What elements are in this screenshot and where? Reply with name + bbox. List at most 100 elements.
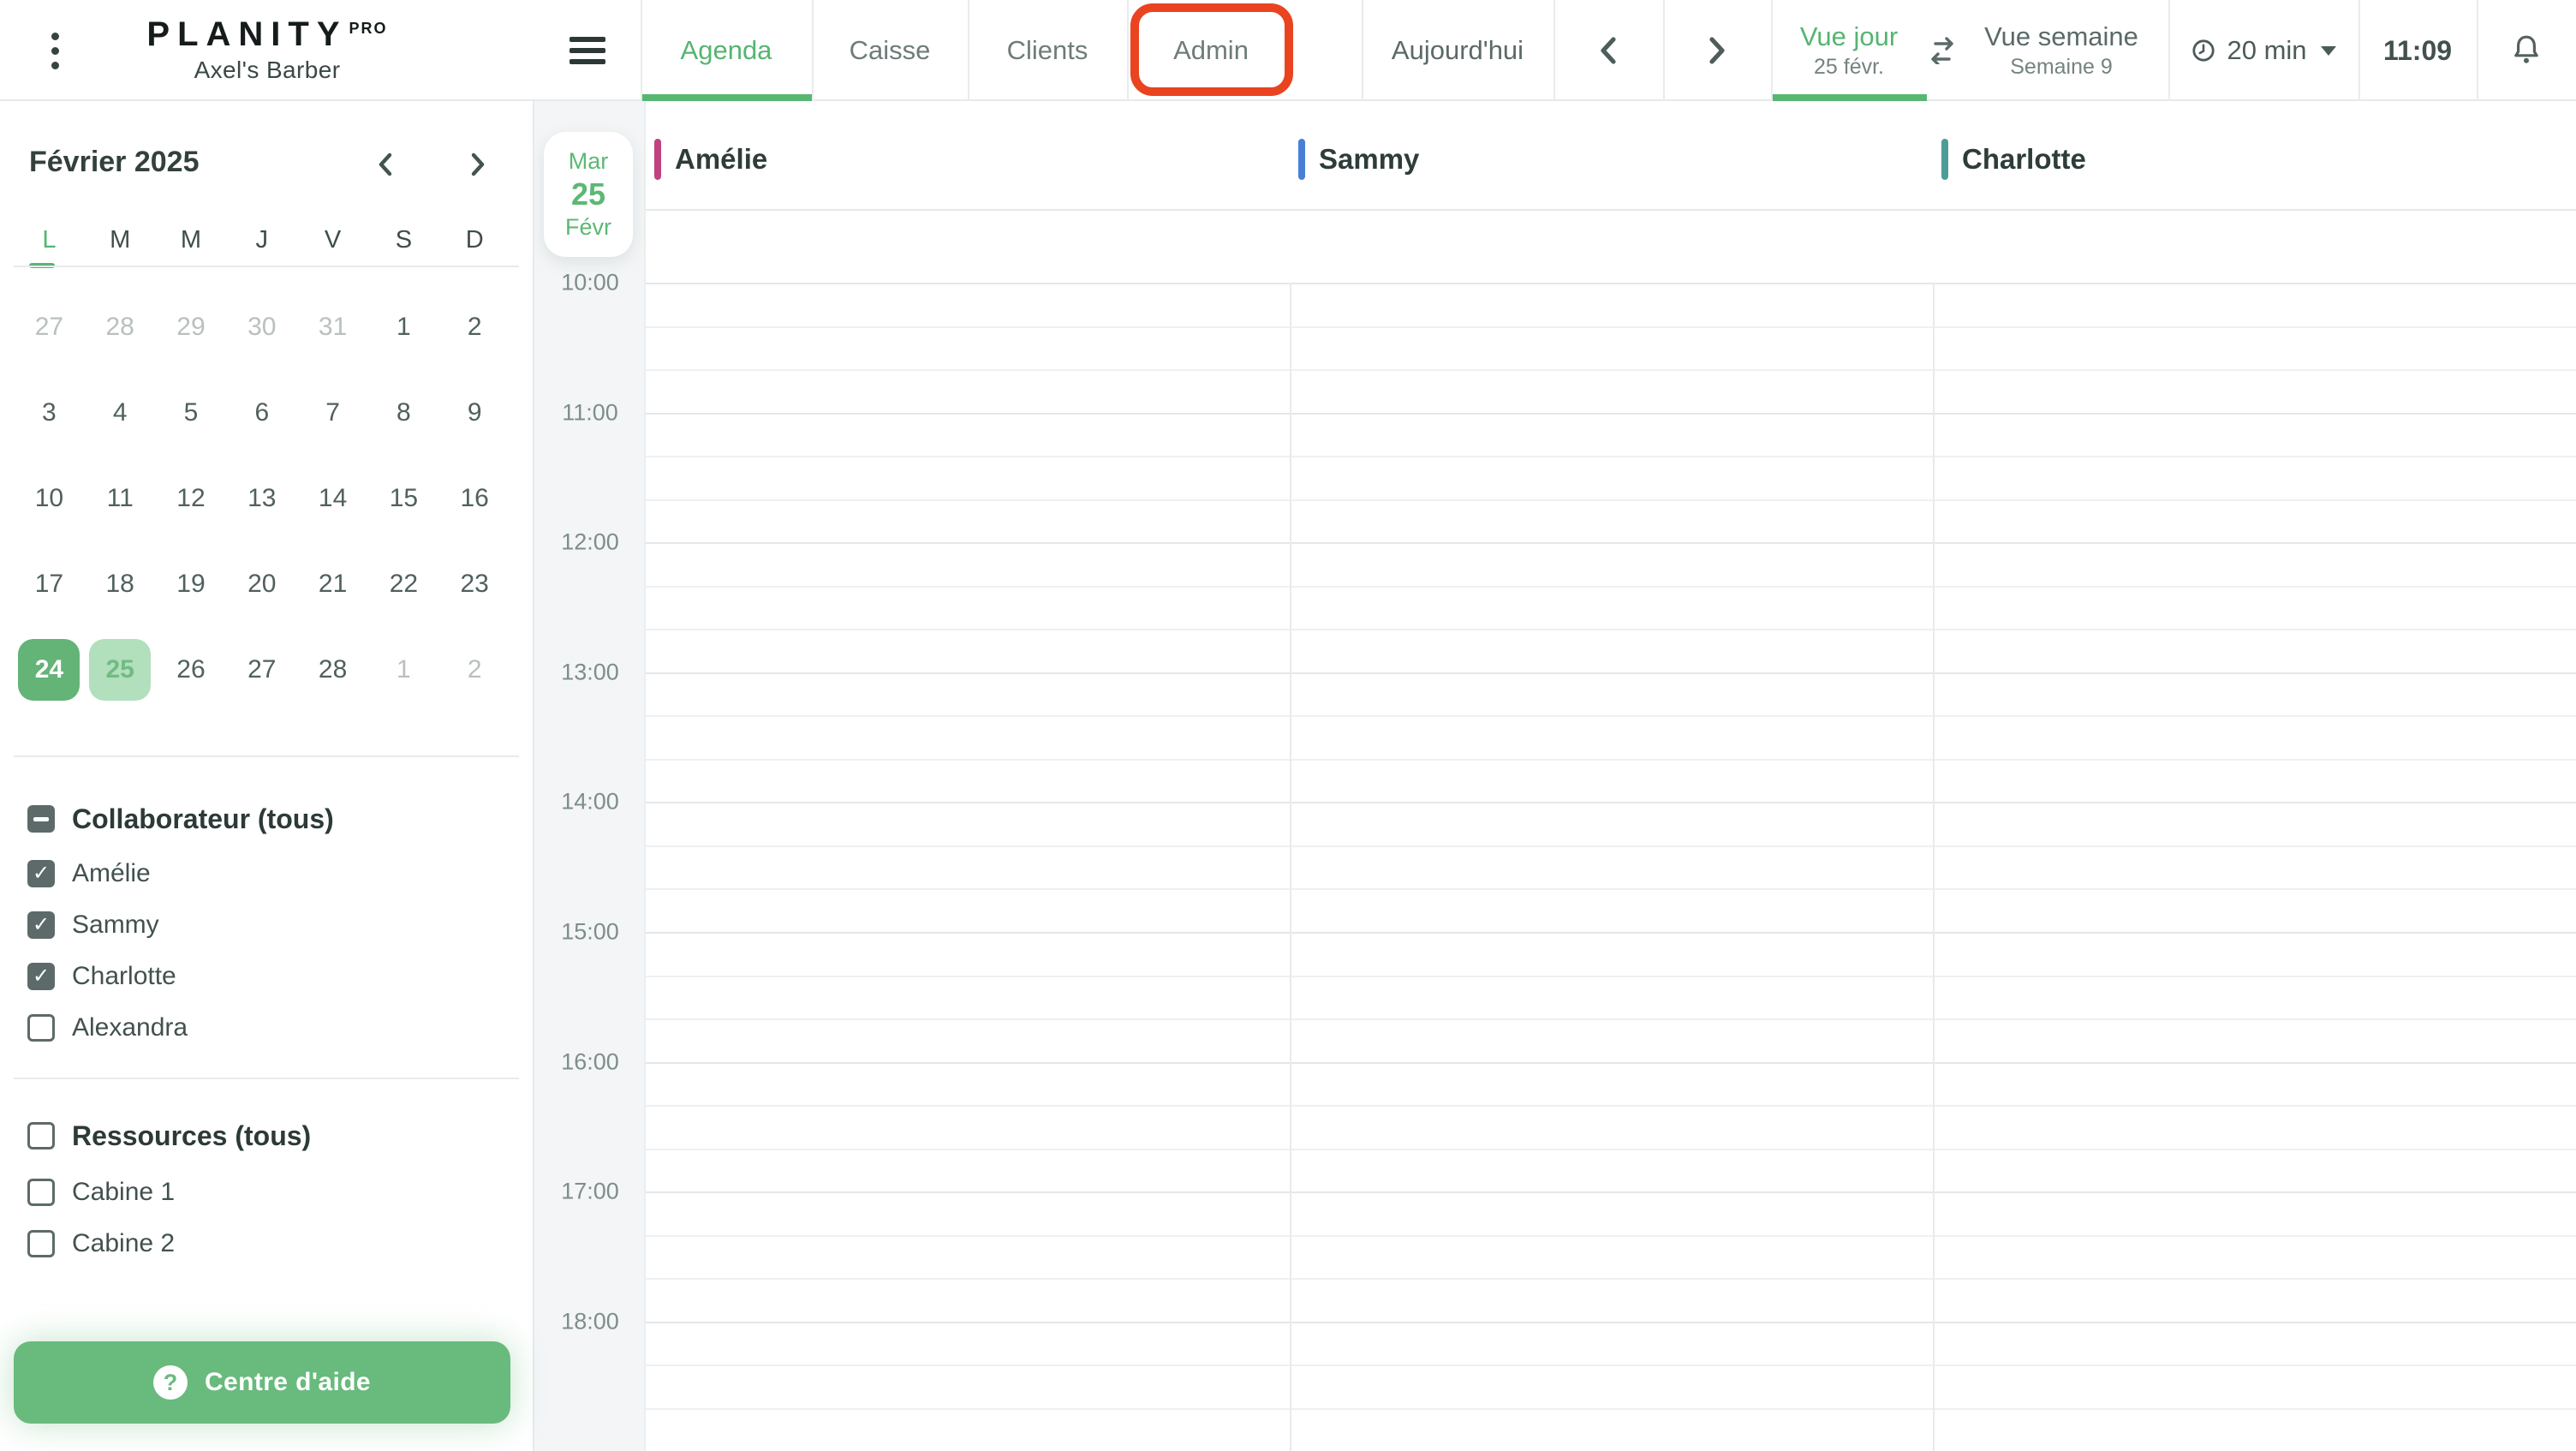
- gridline-minor: [646, 1018, 2576, 1020]
- mini-day-13[interactable]: 13: [226, 456, 297, 541]
- gridline-band: [646, 209, 2576, 211]
- hamburger-menu-icon[interactable]: [534, 0, 641, 101]
- previous-day-button[interactable]: [1553, 0, 1663, 101]
- mini-day-7[interactable]: 7: [297, 370, 368, 456]
- mini-day-18[interactable]: 18: [85, 541, 156, 627]
- mini-day-10[interactable]: 10: [14, 456, 85, 541]
- resource-Cabine 2[interactable]: Cabine 2: [27, 1218, 175, 1269]
- mini-day-14[interactable]: 14: [297, 456, 368, 541]
- question-mark-icon: ?: [153, 1365, 188, 1400]
- mini-day-17[interactable]: 17: [14, 541, 85, 627]
- weekday-S: S: [368, 223, 439, 257]
- mini-day-label: 1: [373, 296, 434, 358]
- checkbox[interactable]: ✓: [27, 963, 55, 990]
- mini-day-label: 1: [373, 639, 434, 701]
- mini-day-9[interactable]: 9: [439, 370, 510, 456]
- collaborators-section-header[interactable]: Collaborateur (tous): [27, 800, 334, 838]
- mini-day-25[interactable]: 25: [85, 627, 156, 713]
- tab-caisse[interactable]: Caisse: [812, 0, 968, 101]
- mini-day-8[interactable]: 8: [368, 370, 439, 456]
- mini-day-20[interactable]: 20: [226, 541, 297, 627]
- resources-section-header[interactable]: Ressources (tous): [27, 1117, 311, 1155]
- gridline-minor: [646, 499, 2576, 501]
- mini-day-29[interactable]: 29: [156, 284, 227, 370]
- mini-day-26[interactable]: 26: [156, 627, 227, 713]
- checkbox[interactable]: [27, 1179, 55, 1206]
- mini-day-15[interactable]: 15: [368, 456, 439, 541]
- agenda-grid[interactable]: [646, 209, 2576, 1451]
- interval-dropdown[interactable]: 20 min: [2168, 0, 2358, 101]
- gridline-hour: [646, 283, 2576, 284]
- mini-day-22[interactable]: 22: [368, 541, 439, 627]
- mini-day-label: 3: [18, 382, 80, 444]
- collaborator-Charlotte[interactable]: ✓Charlotte: [27, 951, 188, 1002]
- collaborator-Amélie[interactable]: ✓ Amélie: [27, 848, 188, 899]
- mini-day-28[interactable]: 28: [297, 627, 368, 713]
- gridline-hour: [646, 1322, 2576, 1323]
- label: Amélie: [72, 859, 151, 888]
- checkbox[interactable]: [27, 1230, 55, 1257]
- view-day-toggle[interactable]: Vue jour 25 févr.: [1771, 0, 1927, 101]
- gridline-minor: [646, 715, 2576, 717]
- help-center-button[interactable]: ? Centre d'aide: [14, 1341, 510, 1424]
- view-week-toggle[interactable]: Vue semaine Semaine 9: [1958, 0, 2165, 101]
- divider: [2477, 0, 2478, 101]
- planity-logo: PLANITYPRO: [146, 17, 387, 51]
- mini-day-31[interactable]: 31: [297, 284, 368, 370]
- mini-day-1[interactable]: 1: [368, 284, 439, 370]
- time-label-18:00: 18:00: [534, 1308, 646, 1335]
- mini-day-28[interactable]: 28: [85, 284, 156, 370]
- mini-day-19[interactable]: 19: [156, 541, 227, 627]
- divider: [14, 755, 519, 757]
- collaborator-Alexandra[interactable]: Alexandra: [27, 1002, 188, 1054]
- mini-day-label: 30: [231, 296, 293, 358]
- mini-day-27[interactable]: 27: [226, 627, 297, 713]
- gridline-hour: [646, 1062, 2576, 1064]
- mini-day-24[interactable]: 24: [14, 627, 85, 713]
- resources-master-checkbox[interactable]: [27, 1122, 55, 1149]
- mini-day-5[interactable]: 5: [156, 370, 227, 456]
- tab-agenda[interactable]: Agenda: [641, 0, 812, 101]
- checkbox[interactable]: [27, 1014, 55, 1042]
- tab-clients[interactable]: Clients: [968, 0, 1127, 101]
- help-center-label: Centre d'aide: [205, 1368, 371, 1397]
- collaborator-Sammy[interactable]: ✓Sammy: [27, 899, 188, 951]
- mini-day-30[interactable]: 30: [226, 284, 297, 370]
- sidebar: Février 2025 LMMJVSD 2728293031123456789…: [0, 101, 534, 1451]
- time-label-15:00: 15:00: [534, 919, 646, 946]
- mini-day-label: 22: [373, 553, 434, 615]
- clock-icon: [2191, 38, 2216, 63]
- mini-day-11[interactable]: 11: [85, 456, 156, 541]
- gridline-minor: [646, 759, 2576, 761]
- mini-day-6[interactable]: 6: [226, 370, 297, 456]
- mini-day-23[interactable]: 23: [439, 541, 510, 627]
- time-label-10:00: 10:00: [534, 270, 646, 296]
- mini-day-16[interactable]: 16: [439, 456, 510, 541]
- swap-view-icon[interactable]: [1927, 0, 1958, 101]
- checkbox[interactable]: ✓: [27, 860, 55, 887]
- today-button[interactable]: Aujourd'hui: [1362, 0, 1553, 101]
- mini-day-27[interactable]: 27: [14, 284, 85, 370]
- mini-day-label: 28: [302, 639, 364, 701]
- mini-day-4[interactable]: 4: [85, 370, 156, 456]
- mini-day-1[interactable]: 1: [368, 627, 439, 713]
- mini-day-3[interactable]: 3: [14, 370, 85, 456]
- salon-name: Axel's Barber: [194, 57, 341, 84]
- active-view-underline: [1771, 94, 1927, 101]
- mini-day-2[interactable]: 2: [439, 627, 510, 713]
- next-day-button[interactable]: [1663, 0, 1771, 101]
- mini-day-label: 5: [160, 382, 222, 444]
- previous-month-button[interactable]: [365, 144, 406, 185]
- chevron-left-icon: [1596, 33, 1620, 68]
- divider: [1362, 0, 1363, 101]
- resource-Cabine 1[interactable]: Cabine 1: [27, 1167, 175, 1218]
- notifications-bell-icon[interactable]: [2477, 0, 2576, 101]
- mini-day-2[interactable]: 2: [439, 284, 510, 370]
- tab-admin[interactable]: Admin: [1127, 0, 1295, 101]
- mini-day-21[interactable]: 21: [297, 541, 368, 627]
- checkbox[interactable]: ✓: [27, 911, 55, 939]
- date-chip-month: Févr: [565, 214, 611, 241]
- next-month-button[interactable]: [457, 144, 498, 185]
- collaborators-master-checkbox[interactable]: [27, 805, 55, 833]
- mini-day-12[interactable]: 12: [156, 456, 227, 541]
